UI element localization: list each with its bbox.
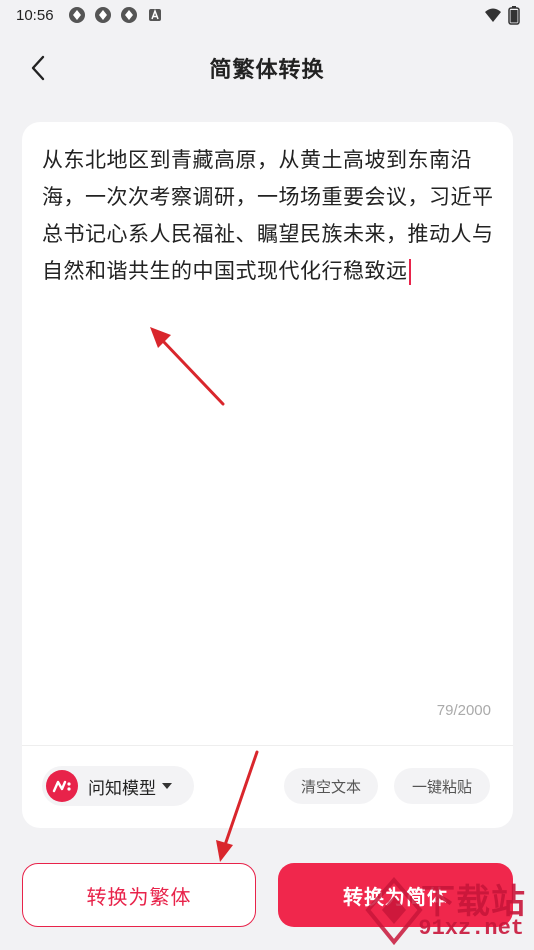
- convert-to-traditional-button[interactable]: 转换为繁体: [22, 863, 256, 927]
- status-time: 10:56: [16, 6, 54, 24]
- status-bar: 10:56: [0, 0, 534, 30]
- model-logo-icon: [46, 770, 78, 802]
- battery-icon: [508, 6, 520, 25]
- status-right: [484, 5, 520, 25]
- divider: [22, 745, 513, 746]
- editor-card: 从东北地区到青藏高原，从黄土高坡到东南沿海，一次次考察调研，一场场重要会议，习近…: [22, 122, 513, 828]
- char-counter: 79/2000: [436, 702, 491, 719]
- input-text: 从东北地区到青藏高原，从黄土高坡到东南沿海，一次次考察调研，一场场重要会议，习近…: [42, 148, 494, 283]
- header: 简繁体转换: [0, 40, 534, 96]
- text-caret: [408, 259, 411, 285]
- wifi-icon: [485, 8, 501, 22]
- sync-icon: [94, 7, 111, 23]
- back-button[interactable]: [22, 52, 54, 84]
- model-label: 问知模型: [88, 778, 156, 799]
- paste-button[interactable]: 一键粘贴: [394, 768, 490, 804]
- caret-down-icon: [162, 783, 172, 789]
- text-input-area[interactable]: 从东北地区到青藏高原，从黄土高坡到东南沿海，一次次考察调研，一场场重要会议，习近…: [42, 142, 494, 290]
- a-box-icon: [148, 8, 161, 21]
- clear-text-button[interactable]: 清空文本: [284, 768, 378, 804]
- model-selector[interactable]: 问知模型: [42, 766, 194, 806]
- sync-icon: [68, 7, 85, 23]
- chevron-left-icon: [31, 55, 45, 81]
- page-title: 简繁体转换: [209, 58, 325, 83]
- sync-icon: [120, 7, 137, 23]
- convert-to-simplified-button[interactable]: 转换为简体: [278, 863, 513, 927]
